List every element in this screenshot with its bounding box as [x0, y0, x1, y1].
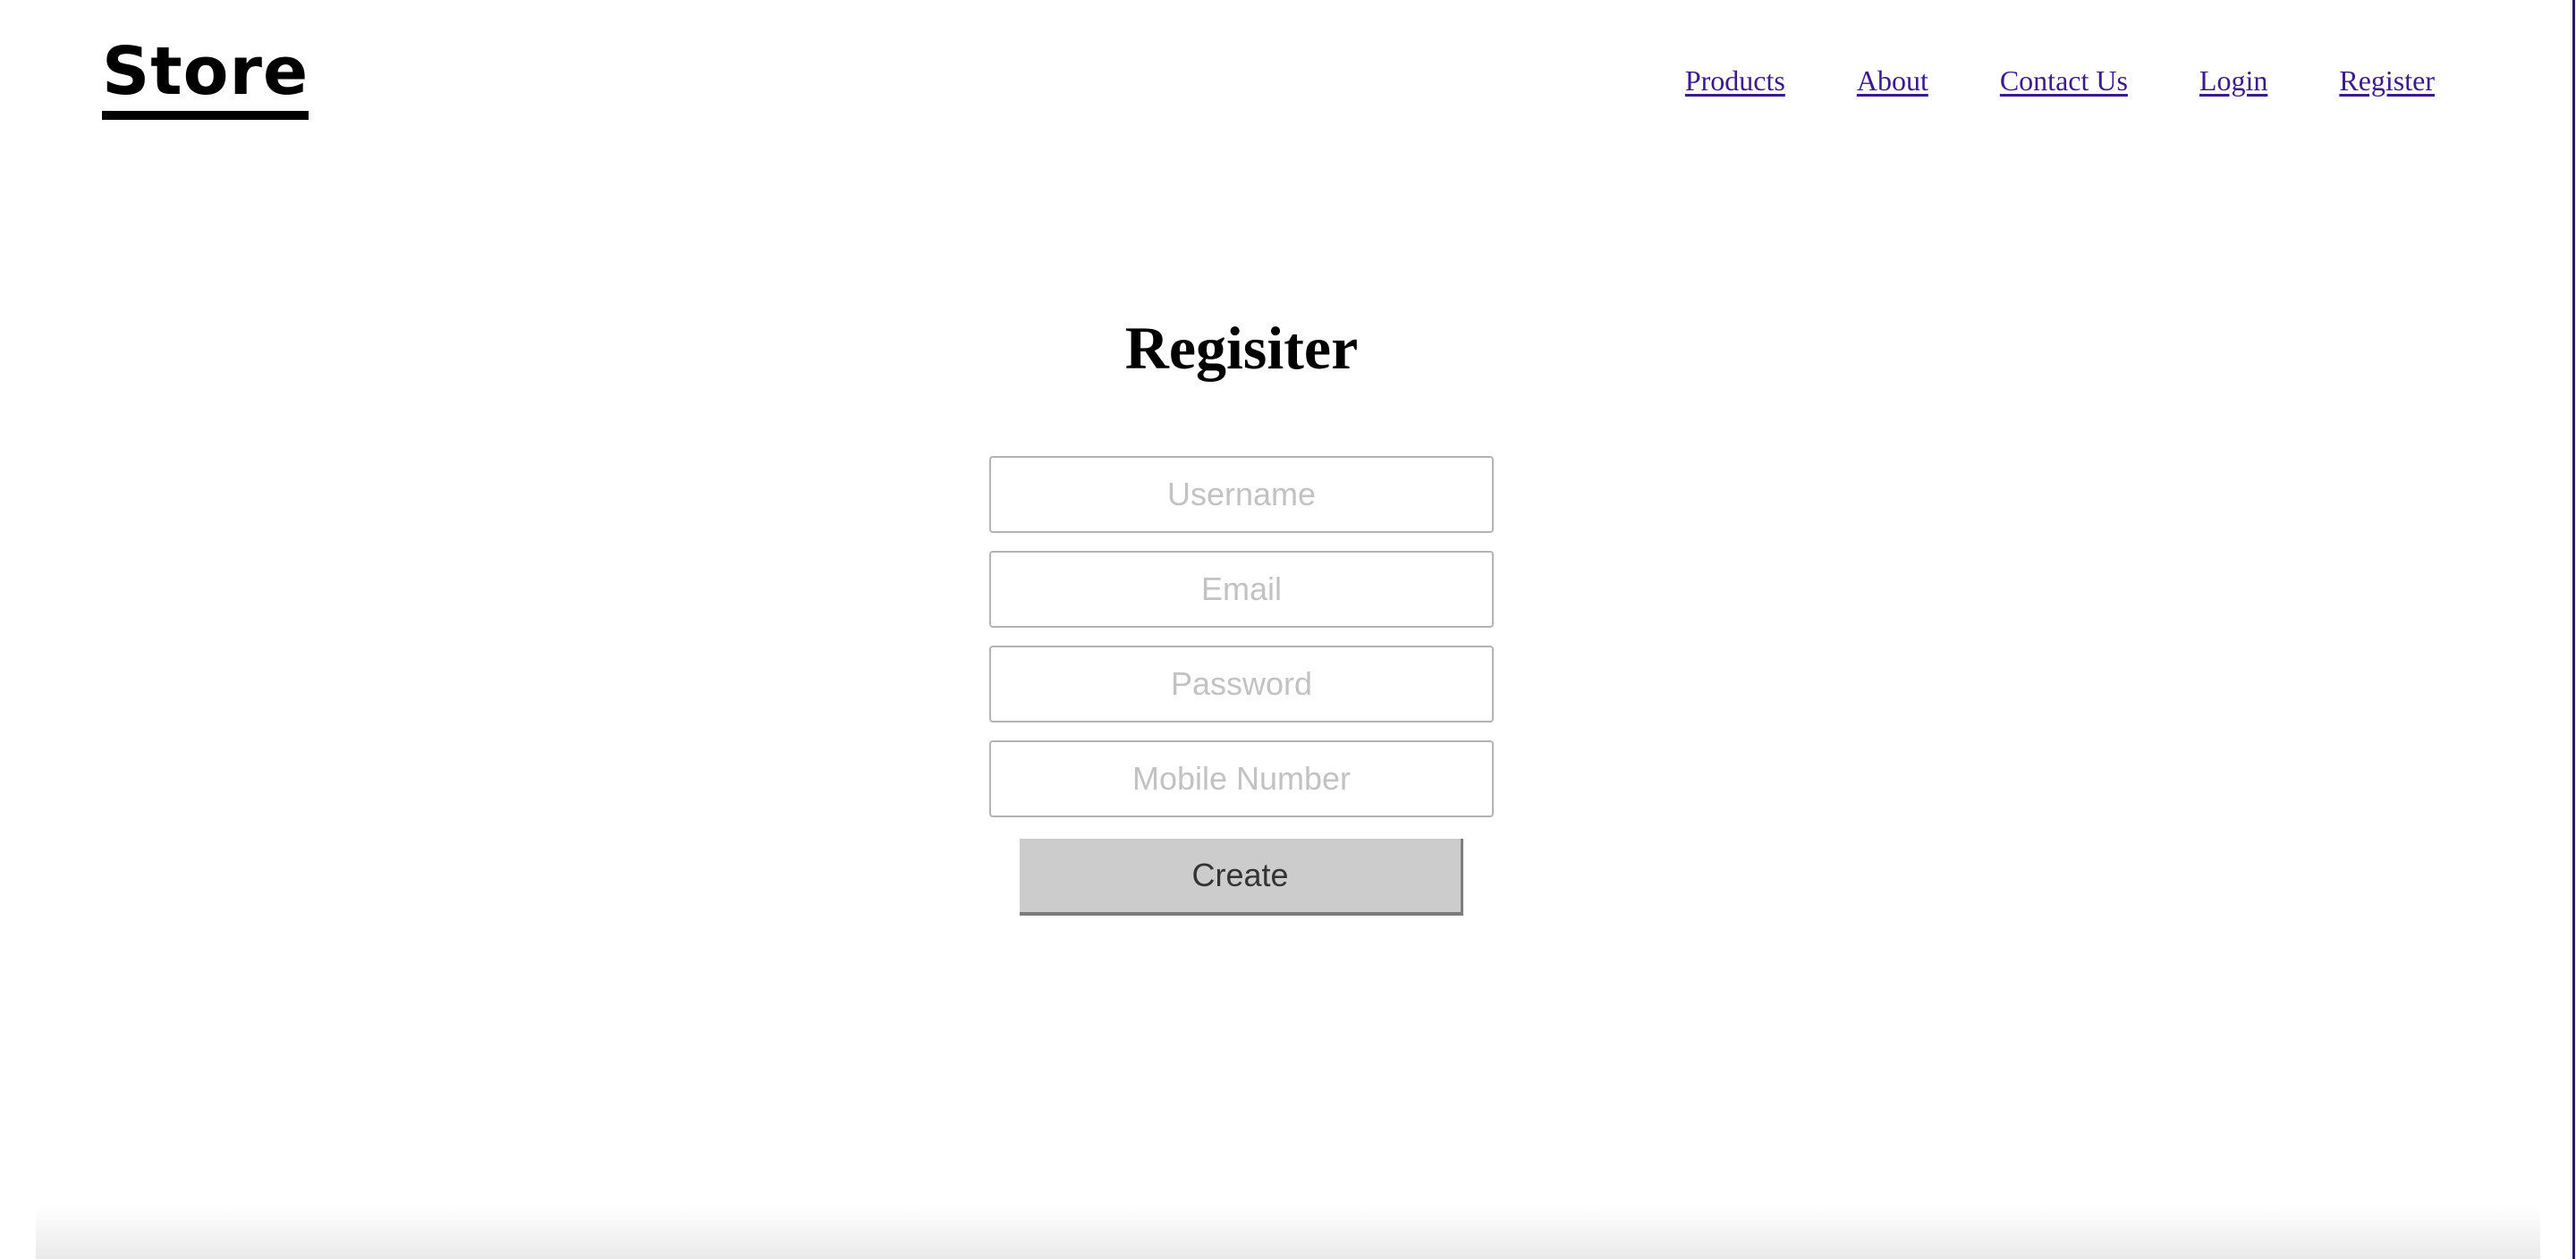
- nav-link-register[interactable]: Register: [2339, 64, 2435, 97]
- nav-link-contact-us[interactable]: Contact Us: [2000, 64, 2128, 97]
- scrollbar-edge: [2572, 0, 2575, 1259]
- store-logo[interactable]: Store: [102, 36, 309, 120]
- bottom-shadow: [36, 1205, 2540, 1259]
- register-form: Create: [989, 456, 1494, 916]
- username-field[interactable]: [989, 456, 1494, 533]
- page-title: Regisiter: [1124, 314, 1359, 382]
- nav-link-about[interactable]: About: [1857, 64, 1928, 97]
- page: Store Products About Contact Us Login Re…: [0, 0, 2576, 1259]
- password-field[interactable]: [989, 646, 1494, 722]
- create-button[interactable]: Create: [1020, 839, 1463, 916]
- nav-link-login[interactable]: Login: [2199, 64, 2267, 97]
- top-nav: Products About Contact Us Login Register: [1685, 64, 2435, 97]
- email-field[interactable]: [989, 551, 1494, 628]
- mobile-number-field[interactable]: [989, 740, 1494, 817]
- nav-link-products[interactable]: Products: [1685, 64, 1785, 97]
